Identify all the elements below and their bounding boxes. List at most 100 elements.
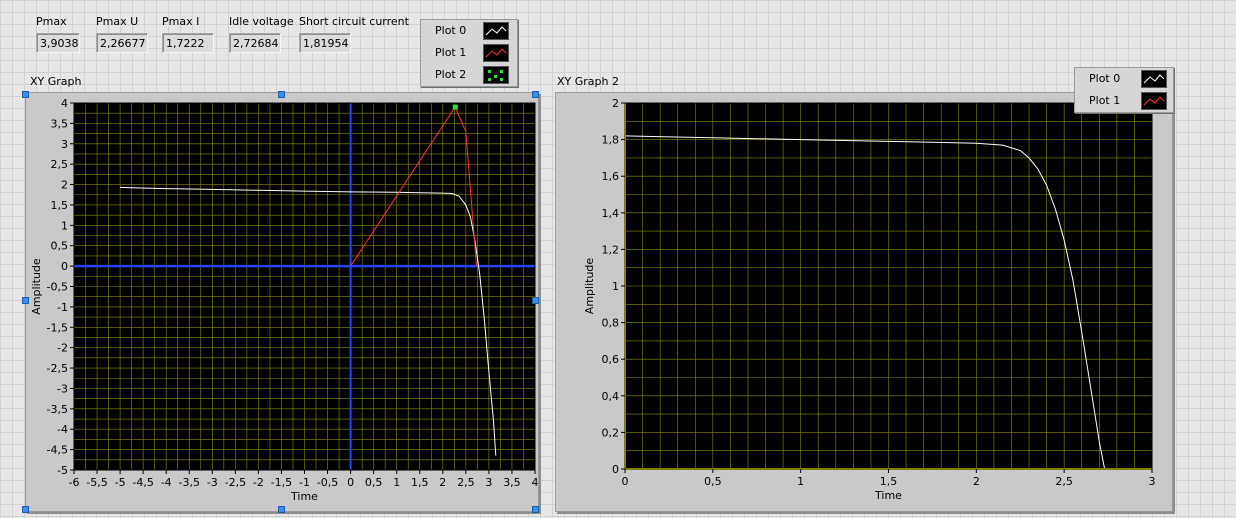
- legend-item-plot-0[interactable]: Plot 0: [1075, 68, 1173, 90]
- resize-handle[interactable]: [22, 297, 29, 304]
- x-tick-label: 0: [347, 476, 354, 489]
- resize-handle[interactable]: [278, 91, 285, 98]
- x-tick-label: -0,5: [317, 476, 338, 489]
- x-tick-label: 3: [485, 476, 492, 489]
- y-axis-label: Amplitude: [583, 258, 596, 315]
- plot-legend[interactable]: Plot 0 Plot 1 Plot 2: [420, 19, 518, 87]
- y-tick-label: 0: [61, 260, 68, 273]
- legend-item-plot-2[interactable]: Plot 2: [421, 64, 517, 86]
- indicator-label: Pmax U: [96, 15, 139, 28]
- y-tick-label: -2,5: [47, 362, 68, 375]
- y-tick-label: -4,5: [47, 444, 68, 457]
- y-tick-label: 1,4: [602, 207, 620, 220]
- x-tick-label: -5: [115, 476, 126, 489]
- y-tick-label: 0,5: [51, 240, 69, 253]
- indicator-label: Short circuit current: [299, 15, 409, 28]
- x-tick-label: 2,5: [1055, 475, 1073, 488]
- indicator-value[interactable]: 2,26677: [96, 33, 148, 53]
- x-tick-label: -2: [253, 476, 264, 489]
- x-tick-label: -6: [69, 476, 80, 489]
- resize-handle[interactable]: [22, 91, 29, 98]
- legend-label: Plot 2: [435, 68, 467, 81]
- indicator-value[interactable]: 1,81954: [299, 33, 351, 53]
- x-tick-label: 0: [622, 475, 629, 488]
- x-tick-label: -3: [207, 476, 218, 489]
- x-tick-label: 0,5: [365, 476, 383, 489]
- xy-graph-1-plot[interactable]: -6 -5,5 -5 -4,5 -4 -3,5 -3 -2,5 -2 -1,5 -1 -0,5 0 0,5…: [26, 93, 538, 511]
- y-tick-label: 1,8: [602, 134, 620, 147]
- line-style-icon: [483, 22, 509, 40]
- legend-label: Plot 0: [435, 24, 467, 37]
- x-tick-label: 1,5: [411, 476, 429, 489]
- indicator-value[interactable]: 1,7222: [162, 33, 214, 53]
- x-axis-label: Time: [874, 489, 902, 502]
- y-tick-label: -2: [57, 342, 68, 355]
- y-tick-label: 0: [612, 463, 619, 476]
- x-tick-label: 2,5: [457, 476, 475, 489]
- xy-graph-2[interactable]: 0 0,5 1 1,5 2 2,5 3 2 1,8 1,6 1,4 1,2 1 0,8 0,6 0,4 0,2 0…: [555, 92, 1173, 512]
- resize-handle[interactable]: [532, 91, 539, 98]
- legend-label: Plot 1: [1089, 94, 1121, 107]
- x-tick-label: -3,5: [179, 476, 200, 489]
- y-tick-label: 2: [61, 179, 68, 192]
- legend-item-plot-1[interactable]: Plot 1: [421, 42, 517, 64]
- y-tick-label: 0,4: [602, 390, 620, 403]
- y-tick-label: -0,5: [47, 281, 68, 294]
- x-tick-label: 1,5: [880, 475, 898, 488]
- y-tick-label: -4: [57, 423, 68, 436]
- y-tick-label: -3,5: [47, 403, 68, 416]
- y-tick-label: 3,5: [51, 117, 69, 130]
- x-tick-label: 3,5: [503, 476, 521, 489]
- x-tick-label: -2,5: [225, 476, 246, 489]
- y-tick-label: 2: [612, 97, 619, 110]
- indicator-label: Idle voltage: [229, 15, 294, 28]
- y-tick-label: 2,5: [51, 158, 69, 171]
- y-tick-label: 0,8: [602, 317, 620, 330]
- y-tick-label: 1: [612, 280, 619, 293]
- indicator-label: Pmax I: [162, 15, 200, 28]
- resize-handle[interactable]: [532, 297, 539, 304]
- xy-graph-2-plot[interactable]: 0 0,5 1 1,5 2 2,5 3 2 1,8 1,6 1,4 1,2 1 0,8 0,6 0,4 0,2 0…: [556, 93, 1172, 511]
- indicator-value[interactable]: 2,72684: [229, 33, 281, 53]
- resize-handle[interactable]: [532, 506, 539, 513]
- indicator-value[interactable]: 3,90383: [36, 33, 80, 53]
- indicator-label: Pmax: [36, 15, 67, 28]
- x-tick-label: -1: [299, 476, 310, 489]
- y-tick-label: 1,5: [51, 199, 69, 212]
- x-tick-label: 1: [393, 476, 400, 489]
- x-tick-label: -4: [161, 476, 172, 489]
- y-tick-label: 1: [61, 219, 68, 232]
- y-tick-label: 3: [61, 138, 68, 151]
- x-axis-label: Time: [290, 490, 318, 503]
- x-tick-label: 2: [973, 475, 980, 488]
- line-style-icon: [483, 44, 509, 62]
- legend-item-plot-0[interactable]: Plot 0: [421, 20, 517, 42]
- y-tick-label: -1: [57, 301, 68, 314]
- legend-label: Plot 0: [1089, 72, 1121, 85]
- x-tick-label: -4,5: [132, 476, 153, 489]
- plot-legend-graph-2[interactable]: Plot 0 Plot 1: [1074, 67, 1174, 113]
- y-tick-label: 0,2: [602, 426, 620, 439]
- y-tick-label: -1,5: [47, 321, 68, 334]
- resize-handle[interactable]: [22, 506, 29, 513]
- y-tick-label: 4: [61, 97, 68, 110]
- graph-title: XY Graph: [30, 75, 82, 88]
- y-tick-label: 0,6: [602, 353, 620, 366]
- x-tick-label: -1,5: [271, 476, 292, 489]
- line-style-icon: [1141, 92, 1167, 110]
- y-tick-label: -3: [57, 382, 68, 395]
- resize-handle[interactable]: [278, 506, 285, 513]
- x-tick-label: 4: [532, 476, 539, 489]
- graph-title: XY Graph 2: [557, 75, 619, 88]
- xy-graph-1[interactable]: -6 -5,5 -5 -4,5 -4 -3,5 -3 -2,5 -2 -1,5 -1 -0,5 0 0,5…: [25, 92, 539, 512]
- y-tick-label: 1,6: [602, 170, 620, 183]
- y-axis-label: Amplitude: [30, 258, 43, 315]
- y-tick-label: -5: [57, 464, 68, 477]
- point-style-icon: [483, 66, 509, 84]
- x-tick-label: 2: [439, 476, 446, 489]
- x-tick-label: 0,5: [704, 475, 722, 488]
- x-tick-label: 1: [797, 475, 804, 488]
- y-tick-label: 1,2: [602, 243, 620, 256]
- x-tick-label: -5,5: [86, 476, 107, 489]
- legend-item-plot-1[interactable]: Plot 1: [1075, 90, 1173, 112]
